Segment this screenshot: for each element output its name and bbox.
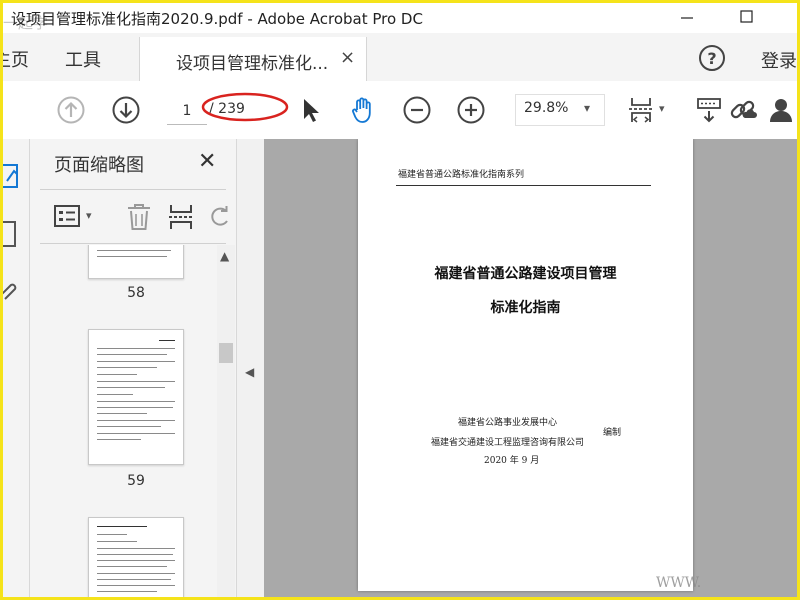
page-fit-icon[interactable] — [625, 94, 657, 126]
link-icon[interactable] — [727, 94, 759, 126]
annotation-circle — [201, 92, 289, 122]
window-title: 设项目管理标准化指南2020.9.pdf - Adobe Acrobat Pro… — [11, 10, 423, 28]
thumbnail-page-59[interactable] — [88, 329, 184, 465]
thumbnail-page-60[interactable] — [88, 517, 184, 597]
page-thumbnails-panel: 页面缩略图 ✕ ▾ 58 59 ▲ — [30, 139, 236, 597]
document-series-header: 福建省普通公路标准化指南系列 — [398, 170, 525, 180]
page-thumbnails-icon[interactable] — [3, 161, 25, 191]
publisher-org-2: 福建省交通建设工程监理咨询有限公司 — [431, 438, 585, 448]
left-navigation-pane — [3, 139, 30, 597]
panel-divider — [40, 189, 226, 190]
zoom-level: 29.8% — [524, 100, 569, 116]
panel-collapse-strip[interactable]: ◀ — [236, 139, 265, 597]
svg-text:?: ? — [707, 49, 716, 68]
tab-home[interactable]: 主页 — [3, 46, 29, 72]
publisher-org-1: 福建省公路事业发展中心 — [458, 418, 558, 428]
rotate-icon[interactable] — [208, 205, 232, 229]
document-tab[interactable]: 设项目管理标准化... × — [139, 37, 367, 81]
scroll-thumb[interactable] — [219, 343, 233, 363]
minimize-icon[interactable] — [675, 5, 699, 29]
publication-date: 2020 年 9 月 — [484, 456, 540, 466]
insert-page-icon[interactable] — [168, 203, 194, 231]
scroll-up-icon[interactable]: ▲ — [220, 249, 229, 263]
zoom-in-icon[interactable] — [455, 94, 487, 126]
document-title-line1: 福建省普通公路建设项目管理 — [434, 266, 617, 282]
hand-tool-icon[interactable] — [347, 94, 379, 126]
thumbnail-scrollbar[interactable]: ▲ — [217, 245, 235, 597]
options-menu-icon[interactable] — [54, 205, 80, 227]
thumbnail-list: 58 59 — [30, 245, 236, 597]
pdf-page: 福建省普通公路标准化指南系列 福建省普通公路建设项目管理 标准化指南 福建省公路… — [358, 139, 693, 591]
previous-page-icon[interactable] — [55, 94, 87, 126]
document-tab-label: 设项目管理标准化... — [176, 54, 329, 74]
close-panel-button[interactable]: ✕ — [198, 149, 216, 174]
toolbar: / 239 29.8% ▾ ▾ — [3, 81, 797, 140]
chevron-down-icon: ▾ — [584, 101, 591, 115]
header-rule — [396, 185, 651, 186]
tab-bar: 主页 工具 设项目管理标准化... × ? 登录 — [3, 33, 797, 82]
thumbnail-label: 59 — [127, 473, 145, 489]
zoom-out-icon[interactable] — [401, 94, 433, 126]
user-icon[interactable] — [765, 94, 797, 126]
panel-title: 页面缩略图 — [54, 155, 144, 176]
corner-watermark: WWW. — [656, 575, 702, 591]
login-button[interactable]: 登录 — [761, 47, 797, 73]
select-tool-icon[interactable] — [295, 94, 327, 126]
thumbnail-label: 58 — [127, 285, 145, 301]
options-caret-icon[interactable]: ▾ — [86, 209, 92, 222]
close-tab-button[interactable]: × — [340, 47, 355, 68]
bookmarks-icon[interactable] — [3, 219, 25, 249]
tab-tools[interactable]: 工具 — [65, 46, 101, 72]
attachments-icon[interactable] — [3, 275, 25, 305]
delete-icon[interactable] — [126, 203, 152, 231]
acrobat-window: 一起学 设项目管理标准化指南2020.9.pdf - Adobe Acrobat… — [3, 3, 797, 597]
page-fit-caret-icon[interactable]: ▾ — [659, 102, 665, 115]
document-title-line2: 标准化指南 — [490, 300, 561, 316]
compiled-by-label: 编制 — [603, 428, 622, 438]
zoom-dropdown[interactable]: 29.8% ▾ — [515, 94, 605, 126]
next-page-icon[interactable] — [110, 94, 142, 126]
thumbnail-page-58[interactable] — [88, 245, 184, 279]
collapse-panel-icon[interactable]: ◀ — [245, 365, 254, 379]
document-view[interactable]: 福建省普通公路标准化指南系列 福建省普通公路建设项目管理 标准化指南 福建省公路… — [264, 139, 797, 597]
help-icon[interactable]: ? — [698, 44, 726, 72]
scroll-mode-icon[interactable] — [693, 94, 725, 126]
panel-divider — [40, 243, 226, 244]
maximize-icon[interactable] — [735, 5, 759, 29]
panel-toolbar: ▾ — [30, 195, 236, 235]
title-bar: 一起学 设项目管理标准化指南2020.9.pdf - Adobe Acrobat… — [3, 3, 797, 33]
